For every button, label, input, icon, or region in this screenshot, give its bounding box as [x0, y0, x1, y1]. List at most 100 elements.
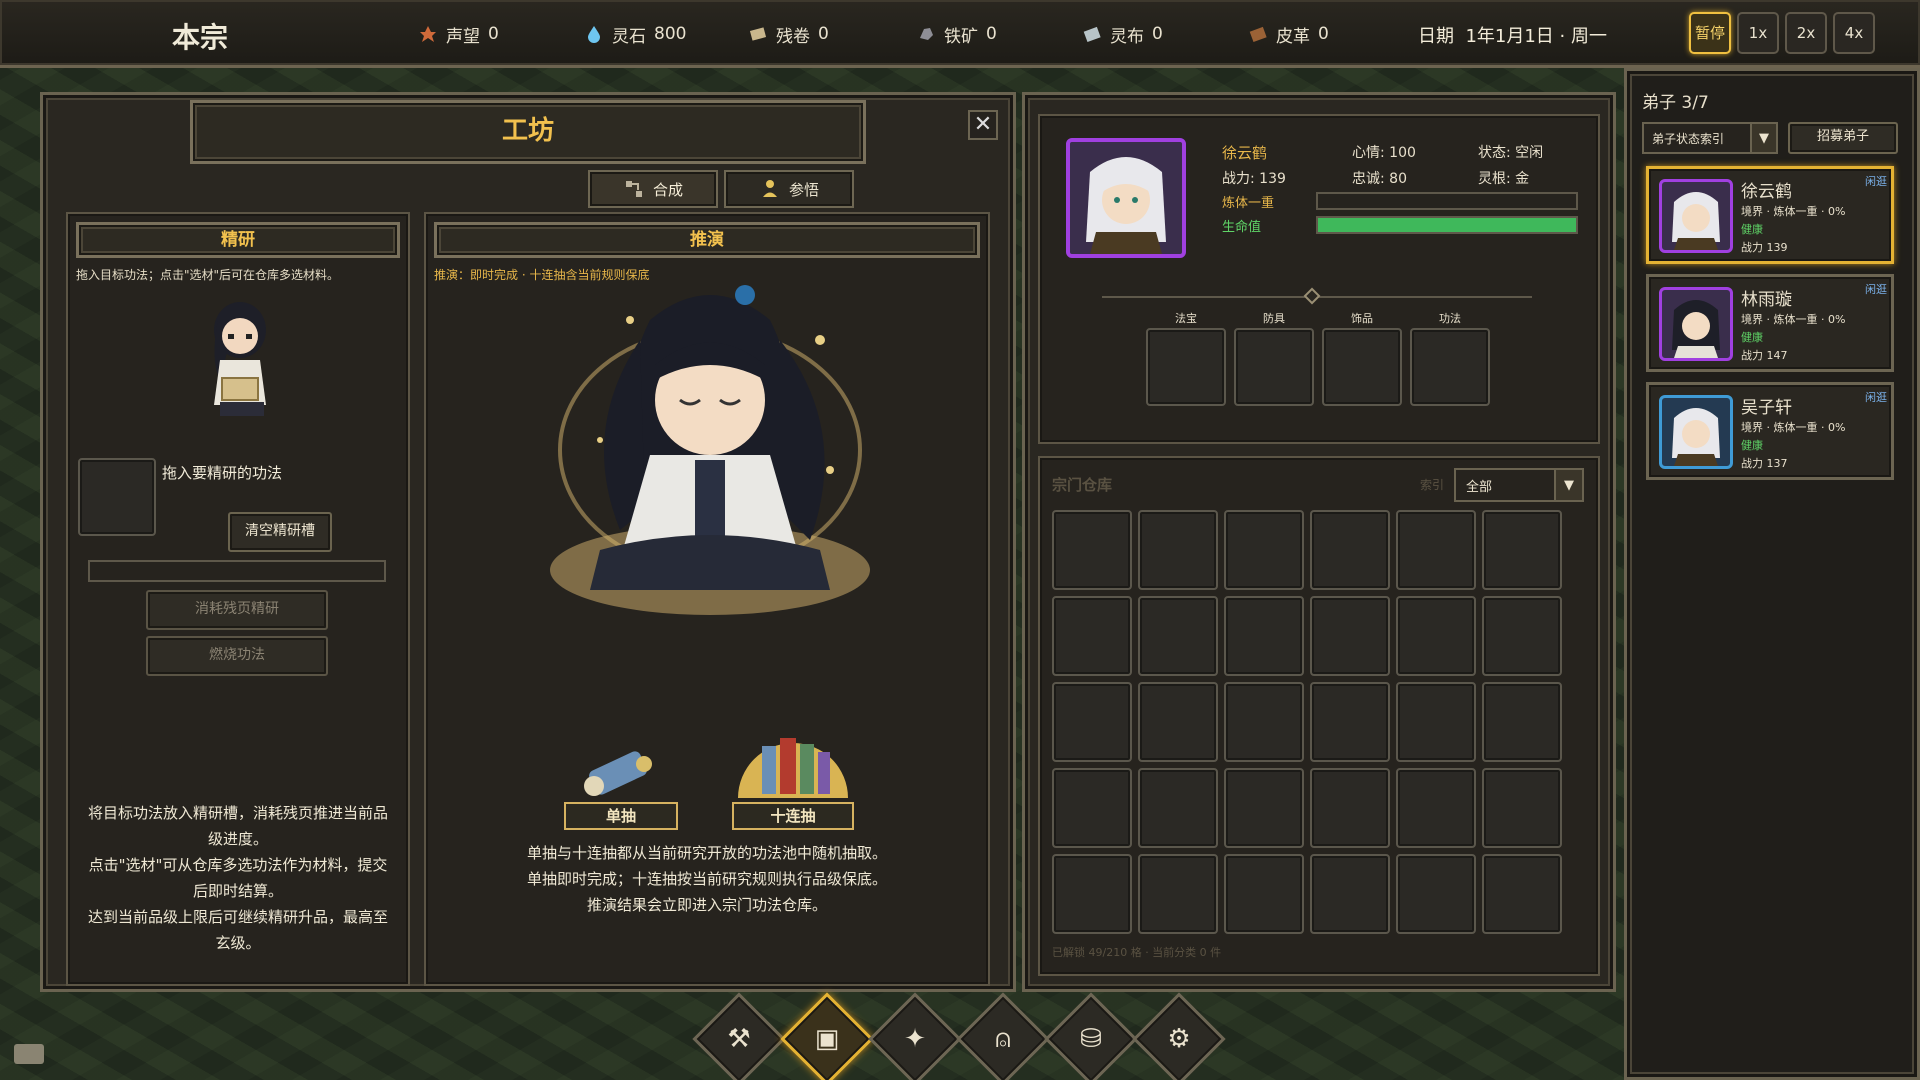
- disciple-count-header: 弟子 3/7: [1642, 93, 1709, 113]
- warehouse-slot[interactable]: [1224, 510, 1304, 590]
- disciple-health: 健康: [1741, 439, 1763, 452]
- hp-bar: [1316, 216, 1578, 234]
- warehouse-slot[interactable]: [1396, 854, 1476, 934]
- equip-slot-label: 法宝: [1175, 312, 1197, 325]
- avatar: [1659, 179, 1733, 253]
- warehouse-slot[interactable]: [1482, 768, 1562, 848]
- warehouse-slot[interactable]: [1138, 768, 1218, 848]
- scroll-fan-icon: [738, 738, 848, 798]
- disciple-realm: 境界 · 炼体一重 · 0%: [1741, 205, 1846, 218]
- stat-label: 状态:: [1478, 145, 1511, 161]
- warehouse-slot[interactable]: [1310, 596, 1390, 676]
- status-stat: 状态: 空闲: [1478, 142, 1543, 162]
- disciple-power: 战力 139: [1741, 241, 1788, 254]
- equip-slot-treasure[interactable]: [1146, 328, 1226, 406]
- date-label: 日期: [1418, 26, 1454, 47]
- disciple-card[interactable]: 林雨璇 闲逛 境界 · 炼体一重 · 0% 健康 战力 147: [1646, 274, 1894, 372]
- warehouse-slot[interactable]: [1052, 682, 1132, 762]
- disciple-card[interactable]: 吴子轩 闲逛 境界 · 炼体一重 · 0% 健康 战力 137: [1646, 382, 1894, 480]
- speed-1x-button[interactable]: 1x: [1737, 12, 1779, 54]
- gear-icon: ⚙: [1167, 1024, 1191, 1054]
- warehouse-slot[interactable]: [1224, 768, 1304, 848]
- warehouse-slot[interactable]: [1138, 510, 1218, 590]
- recruit-disciple-button[interactable]: 招募弟子: [1788, 122, 1898, 154]
- disciple-status: 闲逛: [1865, 283, 1887, 296]
- workshop-chest-icon: ▣: [814, 1024, 840, 1054]
- single-draw-button[interactable]: 单抽: [560, 742, 682, 834]
- realm-progress-bar: [1316, 192, 1578, 210]
- tab-label: 合成: [652, 180, 683, 199]
- scroll-bundle-icon: [584, 751, 652, 796]
- tab-synthesis[interactable]: 合成: [588, 170, 718, 208]
- speed-4x-button[interactable]: 4x: [1833, 12, 1875, 54]
- resource-value: 0: [488, 24, 499, 44]
- spirit-stone-icon: [588, 26, 600, 43]
- stat-label: 灵根:: [1478, 171, 1511, 187]
- warehouse-slot[interactable]: [1052, 510, 1132, 590]
- warehouse-slot[interactable]: [1138, 682, 1218, 762]
- warehouse-slot[interactable]: [1396, 596, 1476, 676]
- disciple-realm: 境界 · 炼体一重 · 0%: [1741, 421, 1846, 434]
- warehouse-slot[interactable]: [1224, 682, 1304, 762]
- warehouse-slot[interactable]: [1396, 510, 1476, 590]
- resource-iron-ore: 铁矿 0: [916, 22, 997, 47]
- equip-slot-technique[interactable]: [1410, 328, 1490, 406]
- equip-slot-armor[interactable]: [1234, 328, 1314, 406]
- disciple-name: 徐云鹤: [1741, 182, 1792, 202]
- sparkle-icon: ✦: [904, 1024, 926, 1054]
- disciple-card[interactable]: 徐云鹤 闲逛 境界 · 炼体一重 · 0% 健康 战力 139: [1646, 166, 1894, 264]
- refine-drop-slot[interactable]: [78, 458, 156, 536]
- equip-slot-label: 饰品: [1351, 312, 1373, 325]
- warehouse-slot[interactable]: [1224, 596, 1304, 676]
- warehouse-slot[interactable]: [1310, 682, 1390, 762]
- warehouse-slot[interactable]: [1052, 768, 1132, 848]
- warehouse-filter-dropdown[interactable]: 全部 ▼: [1454, 468, 1584, 502]
- resource-label: 灵布: [1110, 26, 1144, 47]
- disciple-status: 闲逛: [1865, 175, 1887, 188]
- warehouse-slot[interactable]: [1310, 510, 1390, 590]
- stat-value: 空闲: [1515, 145, 1544, 161]
- loyalty-stat: 忠诚: 80: [1352, 168, 1407, 188]
- resource-value: 0: [1318, 24, 1329, 44]
- resource-value: 0: [986, 24, 997, 44]
- warehouse-slot[interactable]: [1310, 768, 1390, 848]
- avatar: [1086, 157, 1166, 254]
- warehouse-slot[interactable]: [1224, 854, 1304, 934]
- resource-label: 铁矿: [944, 26, 978, 47]
- disciple-status-filter[interactable]: 弟子状态索引: [1642, 122, 1754, 154]
- resource-leather: 皮革 0: [1248, 22, 1329, 47]
- clear-refine-slot-button[interactable]: 清空精研槽: [228, 512, 332, 552]
- equip-slot-accessory[interactable]: [1322, 328, 1402, 406]
- warehouse-slot[interactable]: [1396, 682, 1476, 762]
- disciple-power: 战力 147: [1741, 349, 1788, 362]
- scholar-sprite: [214, 302, 266, 416]
- warehouse-slot[interactable]: [1052, 854, 1132, 934]
- warehouse-slot[interactable]: [1310, 854, 1390, 934]
- chat-icon[interactable]: [14, 1044, 44, 1064]
- ten-draw-button[interactable]: 十连抽: [728, 728, 858, 834]
- warehouse-slot[interactable]: [1482, 510, 1562, 590]
- iron-ore-icon: [920, 28, 933, 40]
- deduce-title: 推演: [434, 222, 980, 258]
- close-button[interactable]: ✕: [968, 110, 998, 140]
- warehouse-slot[interactable]: [1396, 768, 1476, 848]
- warehouse-slot[interactable]: [1482, 682, 1562, 762]
- tab-comprehend[interactable]: 参悟: [724, 170, 854, 208]
- resource-label: 残卷: [776, 26, 810, 47]
- pause-button[interactable]: 暂停: [1689, 12, 1731, 54]
- warehouse-slot[interactable]: [1482, 596, 1562, 676]
- disciple-filter-toggle[interactable]: ▼: [1750, 122, 1778, 154]
- burn-technique-button[interactable]: 燃烧功法: [146, 636, 328, 676]
- spirit-cloth-icon: [1083, 26, 1101, 43]
- warehouse-slot[interactable]: [1138, 596, 1218, 676]
- warehouse-slot[interactable]: [1052, 596, 1132, 676]
- resource-value: 800: [654, 24, 687, 44]
- refine-progress-bar: [88, 560, 386, 582]
- workshop-title: 工坊: [190, 100, 866, 164]
- speed-2x-button[interactable]: 2x: [1785, 12, 1827, 54]
- dropdown-value: 全部: [1466, 479, 1493, 495]
- warehouse-slot[interactable]: [1138, 854, 1218, 934]
- consume-fragment-refine-button[interactable]: 消耗残页精研: [146, 590, 328, 630]
- refine-drop-label: 拖入要精研的功法: [162, 464, 283, 482]
- warehouse-slot[interactable]: [1482, 854, 1562, 934]
